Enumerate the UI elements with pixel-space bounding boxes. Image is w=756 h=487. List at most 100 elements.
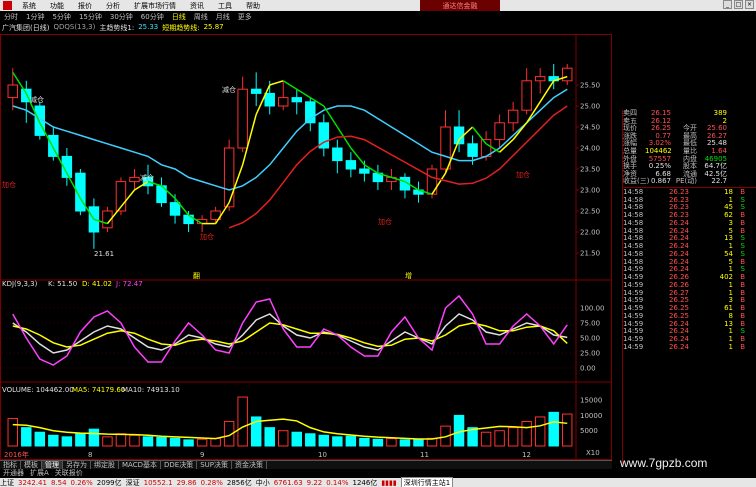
- volume-bar: [129, 434, 140, 447]
- menu-help[interactable]: 帮助: [239, 1, 267, 11]
- candle-body: [345, 160, 357, 170]
- period-9[interactable]: 更多: [234, 12, 256, 22]
- status-bar: 上证 3242.41 8.54 0.26% 2099亿 深证 10552.1 2…: [0, 476, 756, 487]
- kdj-tick-label: 25.00: [580, 350, 600, 358]
- indicator-tab-6[interactable]: DDE决策: [161, 461, 198, 469]
- menu-quote[interactable]: 报价: [71, 1, 99, 11]
- volume-bar: [413, 438, 424, 447]
- trend-short-segment: [471, 126, 487, 145]
- period-5[interactable]: 60分钟: [137, 12, 168, 22]
- menu-function[interactable]: 功能: [43, 1, 71, 11]
- period-0[interactable]: 分时: [0, 12, 22, 22]
- volume-ma10: MA10: 74913.10: [122, 386, 180, 394]
- period-4[interactable]: 30分钟: [106, 12, 137, 22]
- sz-change: 29.86: [176, 478, 197, 487]
- candle-body: [250, 88, 262, 94]
- candle-body: [305, 101, 316, 124]
- candle-body: [562, 67, 573, 82]
- x-axis-label: 11: [420, 451, 429, 459]
- menu-news[interactable]: 资讯: [183, 1, 211, 11]
- trend-main-line: [228, 105, 568, 229]
- watermark: www.7gpzb.com: [620, 456, 708, 470]
- volume-bar: [115, 433, 127, 447]
- volume-bar: [534, 416, 546, 447]
- indicator-tab-5[interactable]: MACD基本: [119, 461, 161, 469]
- menu-extended-market[interactable]: 扩展市场行情: [127, 1, 183, 11]
- volume-tick-label: 5000: [580, 427, 598, 435]
- candle-body: [359, 168, 370, 174]
- period-2[interactable]: 5分钟: [48, 12, 74, 22]
- sz-label: 深证: [125, 478, 140, 487]
- sub-tab-2[interactable]: 关联报价: [52, 469, 86, 478]
- candle-body: [467, 143, 478, 157]
- sz-amount: 2856亿: [226, 478, 252, 487]
- x-axis-label: 9: [200, 451, 204, 459]
- trade-annotation: 减仓: [222, 85, 236, 94]
- volume-unit: X10: [586, 449, 600, 457]
- tick-volume: 1: [728, 288, 733, 297]
- chart-area[interactable]: 25.50 25.00 24.50 24.00 23.50 23.00 22.50 22.00…: [0, 34, 612, 460]
- volume-bar: [318, 434, 330, 447]
- kdj-label: KDJ(9,3,3): [2, 280, 38, 288]
- zx-amount: 1246亿: [352, 478, 378, 487]
- volume-tick-label: 10000: [580, 412, 602, 420]
- x-axis-label: 8: [88, 451, 92, 459]
- price-tick-label: 25.50: [580, 82, 600, 90]
- volume-bar: [399, 439, 411, 447]
- minimize-icon[interactable]: _: [723, 0, 732, 9]
- tick-volume: 1: [728, 342, 733, 351]
- period-toolbar: 分时 1分钟 5分钟 15分钟 30分钟 60分钟 日线 周线 月线 更多: [0, 11, 756, 22]
- indicator-tab-1[interactable]: 模板: [21, 461, 42, 469]
- candle-body: [223, 147, 235, 208]
- broker-title: 通达信金融: [420, 0, 500, 11]
- trade-annotation: 加仓: [200, 232, 214, 241]
- period-6[interactable]: 日线: [168, 12, 190, 22]
- tick-list[interactable]: 14:58 26.23 18 B 14:58 26.23 1 S 14:58 26.23 45 S 14…: [623, 188, 756, 352]
- trend-line2-value: 25.87: [203, 23, 224, 31]
- tick-volume: 1: [728, 280, 733, 289]
- trade-annotation: 加仓: [516, 170, 530, 179]
- status-indicators: ▮▮▮▮: [381, 478, 397, 487]
- indicator-tab-7[interactable]: SUP决策: [197, 461, 232, 469]
- server-name[interactable]: 深圳行情主站1: [400, 476, 454, 487]
- tick-volume: 3: [728, 218, 733, 227]
- indicator-tab-0[interactable]: 指标: [0, 461, 21, 469]
- sh-change: 8.54: [50, 478, 67, 487]
- kdj-tick-label: 50.00: [580, 335, 600, 343]
- close-icon[interactable]: ×: [745, 0, 754, 9]
- menu-analysis[interactable]: 分析: [99, 1, 127, 11]
- volume-bar: [34, 431, 46, 447]
- period-7[interactable]: 周线: [190, 12, 212, 22]
- indicator-name[interactable]: QDQS(13,3): [53, 23, 95, 33]
- indicator-tab-3[interactable]: 另存为: [63, 461, 91, 469]
- trend-short-segment: [269, 80, 284, 86]
- volume-bar: [264, 427, 275, 447]
- zx-percent: 0.14%: [326, 478, 349, 487]
- menu-tools[interactable]: 工具: [211, 1, 239, 11]
- volume-bar: [237, 396, 248, 447]
- quote-label: [671, 110, 697, 118]
- volume-bar: [521, 421, 532, 447]
- sub-tab-1[interactable]: 扩展A: [27, 469, 52, 478]
- period-3[interactable]: 15分钟: [75, 12, 106, 22]
- volume-bar: [507, 427, 519, 447]
- indicator-tab-4[interactable]: 绑定股: [91, 461, 119, 469]
- zx-value: 6761.63: [273, 478, 303, 487]
- tick-time: 14:59: [623, 342, 644, 351]
- quote-label: 收益(三): [623, 177, 650, 186]
- indicator-tab-2[interactable]: 管理: [42, 461, 63, 469]
- period-1[interactable]: 1分钟: [22, 12, 48, 22]
- menu-system[interactable]: 系统: [15, 1, 43, 11]
- kdj-j-value: J: 72.47: [115, 280, 143, 288]
- app-logo-icon: [3, 1, 12, 10]
- candle-body: [440, 126, 451, 170]
- price-tick-label: 25.00: [580, 103, 600, 111]
- period-8[interactable]: 月线: [212, 12, 234, 22]
- volume-bar: [196, 438, 208, 447]
- price-tick-label: 23.00: [580, 187, 600, 195]
- indicator-tab-8[interactable]: 资金决策: [232, 461, 267, 469]
- maximize-icon[interactable]: □: [734, 0, 743, 9]
- volume-bar: [61, 436, 73, 447]
- candle-body: [507, 109, 519, 124]
- volume-bar: [291, 431, 302, 447]
